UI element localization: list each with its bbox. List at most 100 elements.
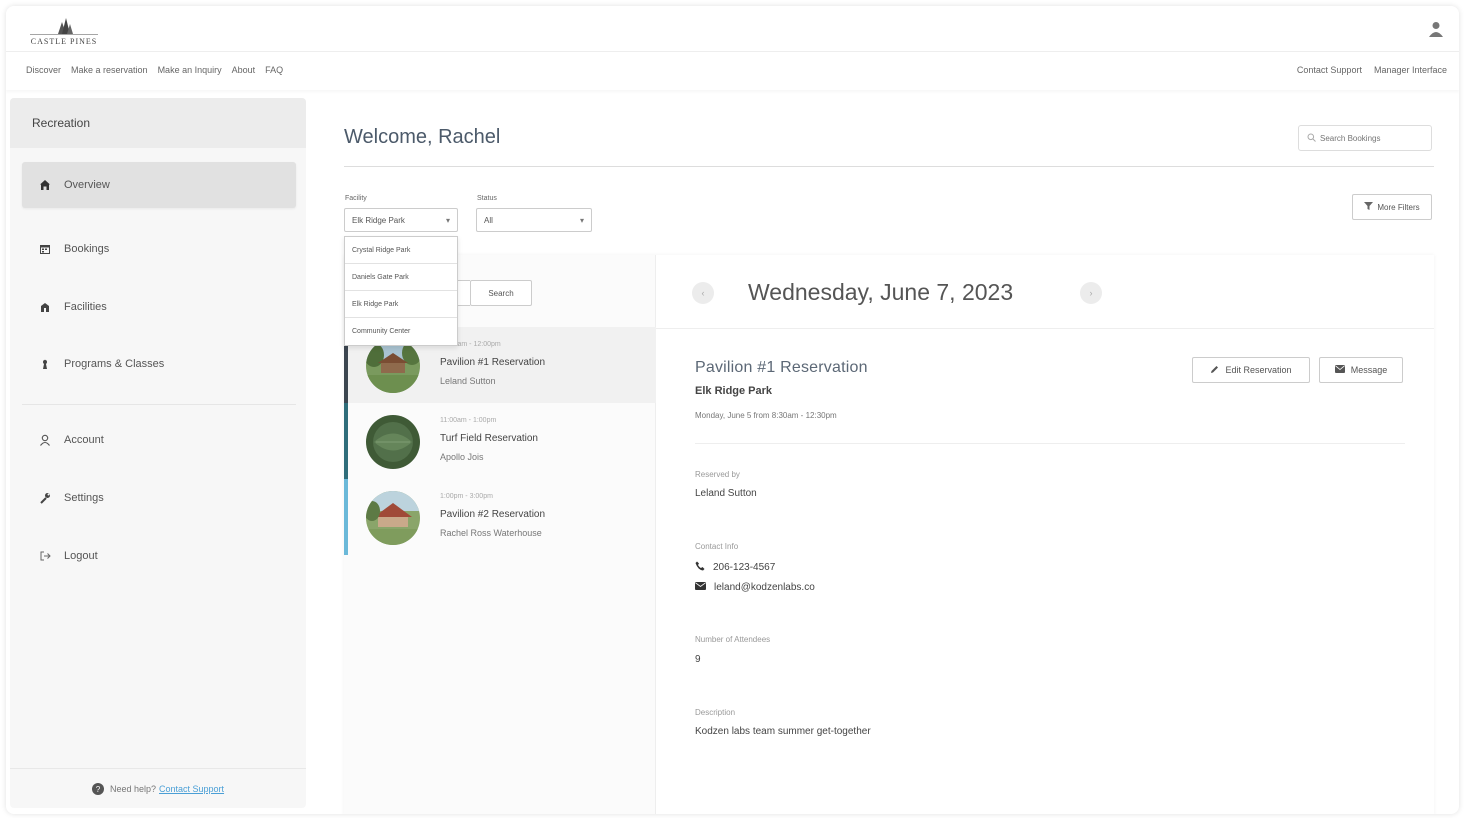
contact-email: leland@kodzenlabs.co: [695, 582, 815, 593]
more-filters-button[interactable]: More Filters: [1352, 194, 1432, 220]
logo-text: CASTLE PINES: [30, 37, 98, 46]
user-profile-icon[interactable]: [1429, 21, 1443, 37]
reservation-status-bar: [344, 403, 348, 479]
detail-park: Elk Ridge Park: [695, 385, 773, 397]
nav-make-inquiry[interactable]: Make an Inquiry: [158, 65, 222, 75]
chevron-down-icon: ▾: [445, 216, 450, 225]
sidebar-item-label: Account: [64, 434, 104, 446]
sidebar-item-bookings[interactable]: Bookings: [22, 226, 296, 272]
header-divider: [344, 166, 1434, 167]
reservation-status-bar: [344, 479, 348, 555]
nav-manager-interface[interactable]: Manager Interface: [1374, 65, 1447, 75]
home-icon: [38, 178, 52, 192]
reservation-person: Rachel Ross Waterhouse: [440, 528, 542, 538]
phone-value[interactable]: 206-123-4567: [713, 562, 775, 573]
wrench-icon: [38, 491, 52, 505]
more-filters-label: More Filters: [1377, 202, 1420, 212]
sidebar-header: Recreation: [10, 98, 306, 148]
attendees-label: Number of Attendees: [695, 635, 771, 644]
reservation-thumbnail: [366, 415, 420, 469]
reservation-item[interactable]: 1:00pm - 3:00pm Pavilion #2 Reservation …: [344, 479, 656, 555]
reserved-by-value: Leland Sutton: [695, 488, 757, 499]
reservation-detail: Pavilion #1 Reservation Elk Ridge Park M…: [695, 255, 1405, 814]
sidebar-divider: [22, 404, 296, 405]
contact-phone: 206-123-4567: [695, 561, 775, 574]
attendees-value: 9: [695, 654, 701, 665]
booking-search[interactable]: [1298, 125, 1432, 151]
sidebar-item-account[interactable]: Account: [22, 417, 296, 463]
nav-discover[interactable]: Discover: [26, 65, 61, 75]
programs-icon: [38, 357, 52, 371]
logo-trees-icon: [30, 18, 98, 35]
reservation-title: Turf Field Reservation: [440, 433, 538, 444]
detail-divider: [695, 443, 1405, 444]
email-icon: [695, 582, 706, 593]
facility-option[interactable]: Community Center: [345, 318, 457, 345]
message-button[interactable]: Message: [1319, 357, 1403, 383]
reservation-thumbnail: [366, 491, 420, 545]
sidebar-item-settings[interactable]: Settings: [22, 475, 296, 521]
facility-option[interactable]: Daniels Gate Park: [345, 264, 457, 291]
app-window: CASTLE PINES Discover Make a reservation…: [6, 6, 1459, 814]
help-prefix: Need help?: [109, 783, 156, 794]
svg-text:?: ?: [96, 785, 101, 794]
reservation-title: Pavilion #1 Reservation: [440, 357, 546, 368]
description-label: Description: [695, 708, 736, 717]
nav-contact-support[interactable]: Contact Support: [1297, 65, 1362, 75]
edit-reservation-button[interactable]: Edit Reservation: [1192, 357, 1310, 383]
bookings-panel: Search 10:00am - 12:00pm Pavilion #1 Res…: [344, 255, 1434, 814]
sidebar-footer: ? Need help? Contact Support: [10, 768, 306, 808]
page-title: Welcome, Rachel: [344, 126, 501, 148]
facility-dropdown-menu: Crystal Ridge Park Daniels Gate Park Elk…: [344, 236, 458, 346]
help-icon: ?: [91, 782, 104, 795]
sidebar-item-label: Programs & Classes: [64, 358, 165, 370]
reservation-item[interactable]: 11:00am - 1:00pm Turf Field Reservation …: [344, 403, 656, 479]
description-value: Kodzen labs team summer get-together: [695, 726, 871, 737]
sidebar-title: Recreation: [32, 116, 91, 130]
reserved-by-label: Reserved by: [695, 470, 740, 479]
reservation-person: Apollo Jois: [440, 452, 484, 462]
sidebar-item-label: Facilities: [64, 301, 107, 313]
status-select-value: All: [484, 215, 493, 225]
facility-option[interactable]: Crystal Ridge Park: [345, 237, 457, 264]
filter-icon: [1364, 202, 1374, 212]
sidebar-item-overview[interactable]: Overview: [22, 162, 296, 208]
main-nav: Discover Make a reservation Make an Inqu…: [6, 52, 1459, 90]
sidebar-item-label: Settings: [64, 492, 104, 504]
nav-faq[interactable]: FAQ: [265, 65, 283, 75]
sidebar-item-label: Logout: [64, 550, 98, 562]
edit-reservation-label: Edit Reservation: [1225, 365, 1292, 375]
email-value[interactable]: leland@kodzenlabs.co: [714, 582, 815, 593]
contact-support-link[interactable]: Contact Support: [159, 784, 224, 794]
sidebar-item-facilities[interactable]: Facilities: [22, 284, 296, 330]
search-icon: [1307, 133, 1316, 144]
detail-when: Monday, June 5 from 8:30am - 12:30pm: [695, 411, 837, 420]
sidebar-item-label: Bookings: [64, 243, 110, 255]
search-input[interactable]: [1320, 133, 1430, 143]
reservation-time: 11:00am - 1:00pm: [440, 417, 497, 424]
logo[interactable]: CASTLE PINES: [22, 16, 106, 46]
contact-info-label: Contact Info: [695, 542, 739, 551]
facility-option[interactable]: Elk Ridge Park: [345, 291, 457, 318]
detail-title: Pavilion #1 Reservation: [695, 359, 868, 376]
search-button[interactable]: Search: [470, 280, 532, 306]
sidebar-item-programs[interactable]: Programs & Classes: [22, 341, 296, 387]
pencil-icon: [1210, 365, 1219, 376]
message-label: Message: [1350, 365, 1388, 375]
nav-make-reservation[interactable]: Make a reservation: [71, 65, 148, 75]
calendar-icon: [38, 242, 52, 256]
reservation-title: Pavilion #2 Reservation: [440, 509, 546, 520]
reservation-person: Leland Sutton: [440, 376, 496, 386]
message-icon: [1334, 365, 1345, 375]
facility-filter-label: Facility: [345, 195, 367, 202]
facility-select[interactable]: Elk Ridge Park ▾: [344, 208, 458, 232]
sidebar-item-logout[interactable]: Logout: [22, 533, 296, 579]
nav-about[interactable]: About: [232, 65, 256, 75]
sidebar-item-label: Overview: [64, 179, 110, 191]
user-icon: [38, 433, 52, 447]
logout-icon: [38, 549, 52, 563]
status-select[interactable]: All ▾: [476, 208, 592, 232]
facility-select-value: Elk Ridge Park: [352, 215, 405, 225]
sidebar: Recreation Overview Bookings Facilities …: [10, 98, 306, 808]
top-header: CASTLE PINES: [6, 6, 1459, 52]
